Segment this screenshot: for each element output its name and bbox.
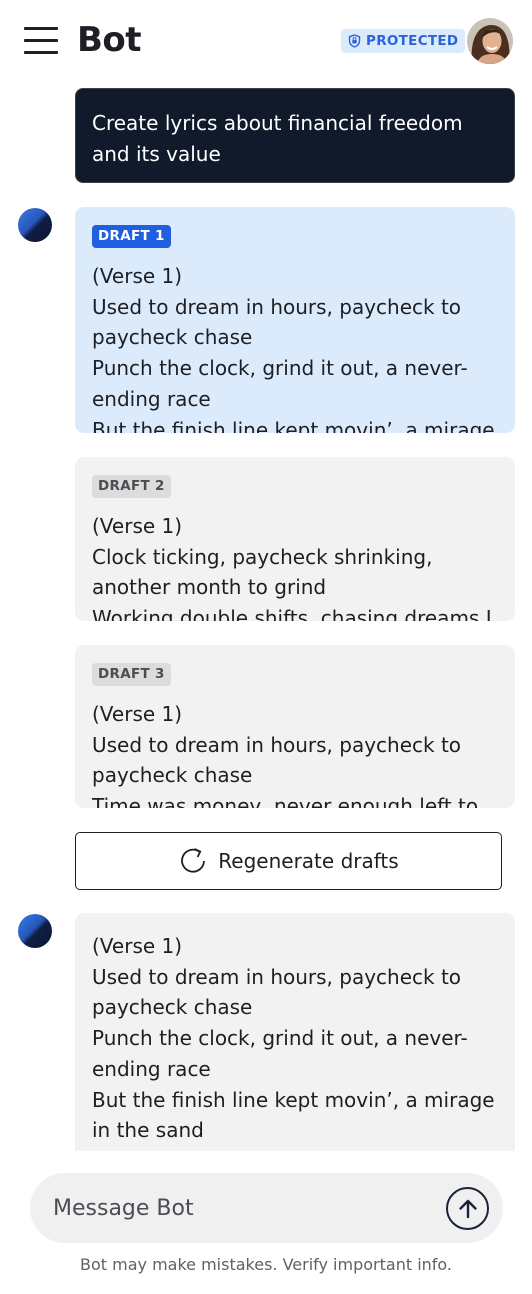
refresh-icon (181, 848, 206, 873)
draft-badge: DRAFT 3 (92, 663, 171, 686)
draft-card-3[interactable]: DRAFT 3 (Verse 1) Used to dream in hours… (75, 645, 515, 808)
message-input[interactable] (53, 1173, 433, 1243)
draft-text: (Verse 1) Used to dream in hours, payche… (92, 702, 479, 808)
reply-text: (Verse 1) Used to dream in hours, payche… (92, 934, 495, 1143)
send-button[interactable] (446, 1187, 489, 1230)
draft-card-1[interactable]: DRAFT 1 (Verse 1) Used to dream in hours… (75, 207, 515, 433)
arrow-up-icon (458, 1199, 477, 1218)
draft-badge: DRAFT 1 (92, 225, 171, 248)
regenerate-drafts-button[interactable]: Regenerate drafts (75, 832, 502, 890)
bot-avatar-icon (18, 208, 52, 242)
app-title: Bot (77, 20, 142, 60)
draft-badge: DRAFT 2 (92, 475, 171, 498)
protected-badge-label: PROTECTED (366, 33, 459, 49)
bot-avatar-icon (18, 914, 52, 948)
menu-icon[interactable] (22, 25, 60, 57)
bot-reply: (Verse 1) Used to dream in hours, payche… (75, 913, 515, 1151)
draft-card-2[interactable]: DRAFT 2 (Verse 1) Clock ticking, paychec… (75, 457, 515, 621)
user-avatar[interactable] (467, 18, 513, 64)
app-header: Bot PROTECTED (0, 0, 532, 84)
disclaimer-text: Bot may make mistakes. Verify important … (80, 1255, 452, 1274)
draft-text: (Verse 1) Used to dream in hours, payche… (92, 264, 495, 433)
message-composer (30, 1173, 503, 1243)
draft-text: (Verse 1) Clock ticking, paycheck shrink… (92, 514, 492, 621)
regenerate-label: Regenerate drafts (218, 849, 399, 873)
user-message: Create lyrics about financial freedom an… (75, 88, 515, 183)
shield-icon (348, 34, 361, 48)
protected-badge: PROTECTED (341, 29, 466, 53)
